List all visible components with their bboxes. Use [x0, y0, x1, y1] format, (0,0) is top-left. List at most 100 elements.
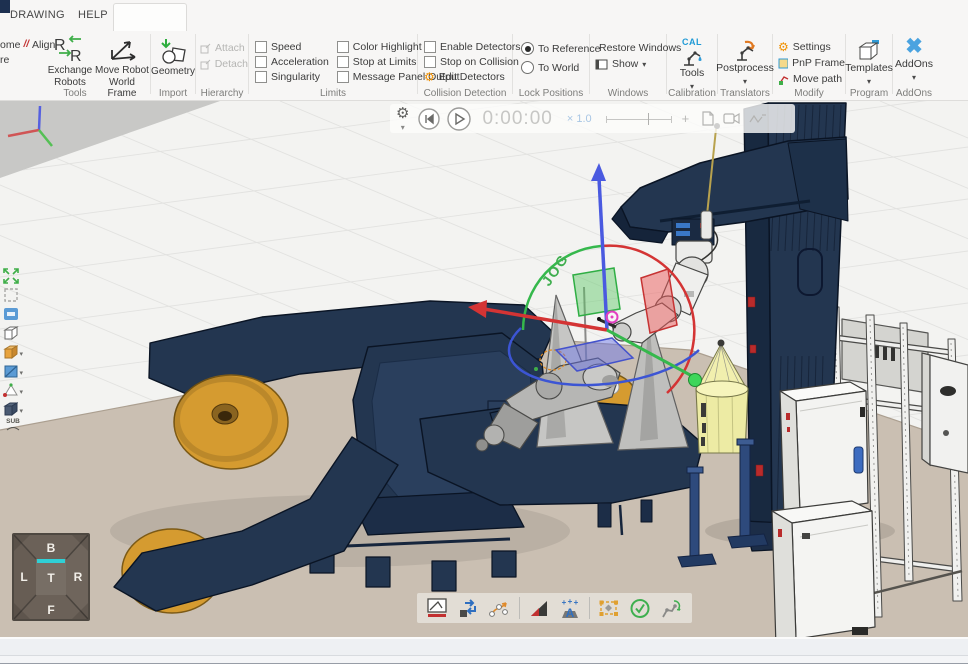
settings-button[interactable]: ⚙Settings [778, 39, 845, 55]
record-video-icon[interactable] [723, 112, 741, 125]
frame-select-button[interactable] [597, 597, 621, 620]
speed-slider[interactable] [606, 112, 672, 126]
limit-sweep-button[interactable] [527, 597, 551, 620]
validate-check-button[interactable] [628, 597, 652, 620]
slider-handle[interactable] [648, 113, 650, 125]
align-icon: // [23, 39, 29, 50]
record-log-icon[interactable] [701, 111, 715, 126]
templates-button[interactable]: Templates [846, 39, 892, 87]
show-button[interactable]: Show [595, 56, 666, 72]
speed-checkbox[interactable]: Speed [255, 39, 329, 54]
scene-3d[interactable]: JOG [0, 101, 968, 637]
status-bar [0, 637, 968, 664]
sub-curve-icon [6, 425, 20, 431]
toolbar-separator [589, 597, 590, 619]
vertex-snap-icon [3, 382, 18, 398]
nav-label-left: L [20, 570, 27, 584]
svg-text:+: + [562, 598, 567, 607]
checkbox-icon [337, 56, 349, 68]
templates-cube-icon [857, 39, 881, 61]
world-origin-triad [6, 104, 58, 150]
acceleration-checkbox[interactable]: Acceleration [255, 54, 329, 69]
sub-program-button[interactable]: SUB [3, 418, 23, 440]
ribbon-group-translators: Postprocess Translators [718, 29, 772, 100]
stop-on-collision-checkbox[interactable]: Stop on Collision [424, 54, 512, 69]
calibration-tools-button[interactable]: CAL Tools [667, 37, 717, 92]
area-select-button[interactable] [3, 285, 23, 304]
exchange-robots-button[interactable]: R R ExchangeRobots [46, 35, 94, 88]
navigation-cube[interactable]: B T L R F [12, 533, 90, 623]
play-button[interactable] [446, 106, 472, 132]
statistics-button[interactable] [426, 597, 450, 620]
playback-speed: × 1.0 [567, 113, 592, 125]
singularity-checkbox[interactable]: Singularity [255, 69, 329, 84]
restore-windows-button[interactable]: Restore Windows [595, 40, 666, 56]
exchange-robots-icon: R R [53, 35, 87, 63]
ribbon-group-modify: ⚙Settings PnP Frame Move path Modify [773, 29, 845, 100]
wireframe-mode-button[interactable] [3, 323, 23, 342]
tab-active-blank[interactable] [113, 3, 187, 31]
detach-button[interactable]: Detach [200, 56, 248, 72]
ribbon-tab-row: DRAWING HELP [0, 0, 968, 29]
render-mode-button[interactable] [3, 361, 23, 380]
dropdown-caret-icon [19, 343, 23, 361]
move-path-button[interactable]: Move path [778, 71, 845, 87]
ribbon-group-windows: Restore Windows Show Windows [590, 29, 666, 100]
pnp-frame-button[interactable]: PnP Frame [778, 55, 845, 71]
dropdown-caret-icon [19, 362, 23, 380]
playback-settings-button[interactable]: ⚙ [396, 106, 409, 131]
path-points-button[interactable] [488, 597, 512, 620]
fill-view-icon [3, 306, 19, 322]
measure-button-cut[interactable]: re [0, 54, 9, 66]
dropdown-caret-icon [743, 75, 747, 87]
addons-button[interactable]: ✖ AddOns [893, 37, 935, 83]
shaded-cube-icon [3, 344, 18, 360]
tab-drawing[interactable]: DRAWING [10, 9, 65, 21]
toolbar-separator [519, 597, 520, 619]
window-corner-accent [0, 0, 10, 13]
frames-button[interactable] [3, 399, 23, 418]
dropdown-caret-icon [401, 121, 405, 131]
to-reference-radio[interactable]: To Reference [521, 41, 589, 56]
fit-view-button[interactable] [3, 266, 23, 285]
control-cabinets[interactable] [772, 382, 875, 637]
ribbon-group-hierarchy: Attach Detach Hierarchy [196, 29, 248, 100]
checkbox-icon [255, 71, 267, 83]
geometry-button[interactable]: Geometry [152, 38, 194, 78]
svg-text:+: + [568, 597, 573, 606]
addons-tools-icon: ✖ [905, 37, 923, 57]
signal-trace-icon[interactable] [749, 112, 767, 126]
bottom-toolbar: A +++ [417, 593, 692, 623]
calibration-robot-icon [680, 48, 704, 66]
fill-view-button[interactable] [3, 304, 23, 323]
simulation-time: 0:00:00 [482, 108, 552, 130]
playback-bar: ⚙ 0:00:00 × 1.0 + [390, 104, 795, 133]
to-world-radio[interactable]: To World [521, 60, 589, 75]
wall-cabinet[interactable] [922, 353, 968, 473]
edit-detectors-button[interactable]: ⚙Edit Detectors [424, 69, 512, 85]
postprocess-button[interactable]: Postprocess [718, 39, 772, 87]
rewind-button[interactable] [417, 107, 441, 131]
shaded-mode-button[interactable] [3, 342, 23, 361]
viewport-3d[interactable]: JOG [0, 101, 968, 637]
snap-mode-button[interactable] [3, 380, 23, 399]
annotations-button[interactable]: A +++ [558, 597, 582, 620]
radio-icon [521, 61, 534, 74]
ribbon-group-calibration: CAL Tools Calibration [667, 29, 717, 100]
plus-icon[interactable]: + [682, 111, 690, 126]
selection-box-icon [3, 287, 19, 303]
attach-button[interactable]: Attach [200, 40, 248, 56]
home-button-cut[interactable]: ome [0, 39, 20, 51]
tab-help[interactable]: HELP [78, 9, 108, 21]
enable-detectors-checkbox[interactable]: Enable Detectors [424, 39, 512, 54]
radio-icon [521, 42, 534, 55]
dropdown-caret-icon [19, 400, 23, 418]
show-windows-icon [595, 58, 608, 70]
robot-cycle-button[interactable] [659, 597, 683, 620]
trace-refresh-button[interactable] [457, 597, 481, 620]
dropdown-caret-icon [912, 71, 916, 83]
geometry-icon [158, 38, 188, 64]
jog-plane-handle-green[interactable] [573, 268, 620, 316]
ribbon-group-import: Geometry Import [151, 29, 195, 100]
svg-text:R: R [54, 37, 66, 54]
